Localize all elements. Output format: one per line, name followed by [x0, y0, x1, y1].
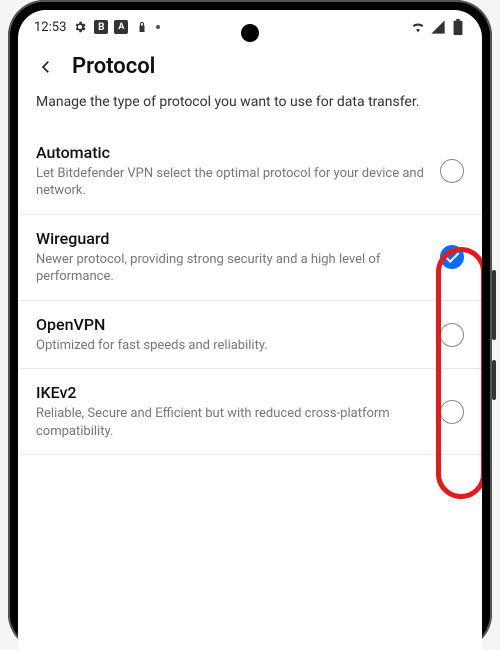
phone-frame: 12:53 B A	[8, 0, 492, 650]
side-button-1	[492, 270, 496, 340]
option-openvpn[interactable]: OpenVPN Optimized for fast speeds and re…	[18, 301, 482, 370]
side-button-2	[492, 360, 496, 400]
option-desc: Newer protocol, providing strong securit…	[36, 251, 428, 286]
status-dot	[156, 25, 160, 29]
radio-ikev2[interactable]	[440, 400, 464, 424]
status-time: 12:53	[34, 20, 66, 35]
option-ikev2[interactable]: IKEv2 Reliable, Secure and Efficient but…	[18, 369, 482, 455]
option-title: IKEv2	[36, 383, 428, 402]
option-title: Automatic	[36, 143, 428, 162]
option-desc: Optimized for fast speeds and reliabilit…	[36, 337, 428, 355]
signal-icon	[430, 19, 446, 35]
b-icon: B	[94, 20, 108, 34]
battery-icon	[450, 19, 466, 35]
key-icon	[134, 19, 150, 35]
page-title: Protocol	[72, 54, 155, 79]
option-desc: Reliable, Secure and Efficient but with …	[36, 405, 428, 440]
protocol-list: Automatic Let Bitdefender VPN select the…	[18, 129, 482, 456]
radio-automatic[interactable]	[440, 159, 464, 183]
radio-wireguard[interactable]	[440, 245, 464, 269]
camera-notch	[241, 24, 259, 42]
option-title: OpenVPN	[36, 315, 428, 334]
option-title: Wireguard	[36, 229, 428, 248]
gear-icon	[72, 19, 88, 35]
a-icon: A	[114, 20, 128, 34]
radio-openvpn[interactable]	[440, 323, 464, 347]
page-header: Protocol	[18, 44, 482, 93]
page-subtitle: Manage the type of protocol you want to …	[18, 93, 482, 129]
screen: 12:53 B A	[18, 10, 482, 650]
wifi-icon	[410, 19, 426, 35]
option-desc: Let Bitdefender VPN select the optimal p…	[36, 165, 428, 200]
option-wireguard[interactable]: Wireguard Newer protocol, providing stro…	[18, 215, 482, 301]
back-button[interactable]	[36, 57, 56, 77]
option-automatic[interactable]: Automatic Let Bitdefender VPN select the…	[18, 129, 482, 215]
